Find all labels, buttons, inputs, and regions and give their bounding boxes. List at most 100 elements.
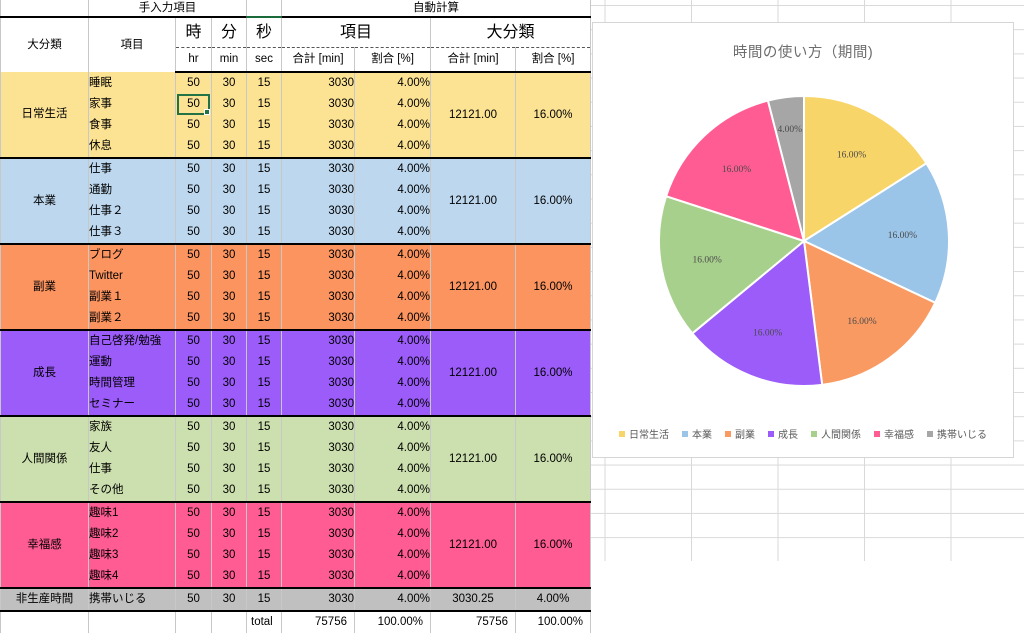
- item-cell[interactable]: 趣味1: [88, 501, 176, 524]
- hour-cell[interactable]: 50: [175, 415, 212, 438]
- item-ratio-cell[interactable]: 4.00%: [354, 157, 431, 180]
- minute-cell[interactable]: 30: [211, 566, 247, 589]
- item-sum-minutes-cell[interactable]: 3030: [281, 394, 355, 417]
- item-ratio-cell[interactable]: 4.00%: [354, 352, 431, 373]
- item-ratio-cell[interactable]: 4.00%: [354, 480, 431, 503]
- legend-item[interactable]: 本業: [682, 426, 712, 441]
- pie-chart-card[interactable]: 時間の使い方（期間) 16.00% 16.00% 16.00% 16.00% 16.00…: [592, 22, 1014, 458]
- second-cell[interactable]: 15: [246, 157, 282, 180]
- item-ratio-cell[interactable]: 4.00%: [354, 72, 431, 94]
- table-row[interactable]: 成長 自己啓発/勉強 50 30 15 3030 4.00% 12121.00 16.00%: [0, 329, 591, 416]
- hour-cell[interactable]: 50: [175, 587, 212, 612]
- legend-item[interactable]: 日常生活: [619, 426, 669, 441]
- hour-cell[interactable]: 50: [175, 157, 212, 180]
- item-sum-minutes-cell[interactable]: 3030: [281, 459, 355, 480]
- second-cell[interactable]: 15: [246, 243, 282, 266]
- category-cell[interactable]: 非生産時間: [0, 587, 89, 612]
- hour-cell[interactable]: 50: [175, 394, 212, 417]
- minute-cell[interactable]: 30: [211, 480, 247, 503]
- second-cell[interactable]: 15: [246, 415, 282, 438]
- legend-item[interactable]: 携帯いじる: [927, 426, 987, 441]
- category-cell[interactable]: 人間関係: [0, 415, 89, 502]
- table-row[interactable]: 日常生活 睡眠 50 30 15 3030 4.00% 12121.00 16.00%: [0, 72, 591, 158]
- category-ratio-cell[interactable]: 16.00%: [515, 243, 591, 330]
- category-cell[interactable]: 幸福感: [0, 501, 89, 588]
- item-ratio-cell[interactable]: 4.00%: [354, 222, 431, 245]
- second-cell[interactable]: 15: [246, 115, 282, 136]
- legend-item[interactable]: 幸福感: [874, 426, 914, 441]
- legend-item[interactable]: 副業: [725, 426, 755, 441]
- item-sum-minutes-cell[interactable]: 3030: [281, 415, 355, 438]
- item-sum-minutes-cell[interactable]: 3030: [281, 180, 355, 201]
- item-ratio-cell[interactable]: 4.00%: [354, 545, 431, 566]
- category-ratio-cell[interactable]: 16.00%: [515, 72, 591, 158]
- category-sum-minutes-cell[interactable]: 3030.25: [430, 587, 516, 612]
- item-cell[interactable]: 運動: [88, 352, 176, 373]
- item-sum-minutes-cell[interactable]: 3030: [281, 501, 355, 524]
- minute-cell[interactable]: 30: [211, 438, 247, 459]
- item-ratio-cell[interactable]: 4.00%: [354, 180, 431, 201]
- hour-cell[interactable]: 50: [175, 136, 212, 159]
- hour-cell[interactable]: 50: [175, 115, 212, 136]
- hour-cell[interactable]: 50: [175, 545, 212, 566]
- category-sum-minutes-cell[interactable]: 12121.00: [430, 501, 516, 588]
- second-cell[interactable]: 15: [246, 180, 282, 201]
- item-cell[interactable]: 携帯いじる: [88, 587, 176, 612]
- item-sum-minutes-cell[interactable]: 3030: [281, 243, 355, 266]
- minute-cell[interactable]: 30: [211, 115, 247, 136]
- second-cell[interactable]: 15: [246, 438, 282, 459]
- hour-cell[interactable]: 50: [175, 308, 212, 331]
- item-cell[interactable]: 家事: [88, 94, 176, 115]
- minute-cell[interactable]: 30: [211, 545, 247, 566]
- hour-cell[interactable]: 50: [175, 243, 212, 266]
- table-row[interactable]: 本業 仕事 50 30 15 3030 4.00% 12121.00 16.00%: [0, 157, 591, 244]
- item-sum-minutes-cell[interactable]: 3030: [281, 222, 355, 245]
- category-cell[interactable]: 成長: [0, 329, 89, 416]
- hour-cell[interactable]: 50: [175, 287, 212, 308]
- legend-item[interactable]: 人間関係: [811, 426, 861, 441]
- item-ratio-cell[interactable]: 4.00%: [354, 201, 431, 222]
- item-cell[interactable]: 時間管理: [88, 373, 176, 394]
- legend-item[interactable]: 成長: [768, 426, 798, 441]
- hour-cell[interactable]: 50: [175, 329, 212, 352]
- item-sum-minutes-cell[interactable]: 3030: [281, 308, 355, 331]
- item-cell[interactable]: 睡眠: [88, 72, 176, 94]
- item-ratio-cell[interactable]: 4.00%: [354, 329, 431, 352]
- table-row[interactable]: 非生産時間 携帯いじる 50 30 15 3030 4.00% 3030.25 4.00%: [0, 587, 591, 612]
- category-ratio-cell[interactable]: 16.00%: [515, 329, 591, 416]
- hour-cell[interactable]: 50: [175, 459, 212, 480]
- minute-cell[interactable]: 30: [211, 94, 247, 115]
- minute-cell[interactable]: 30: [211, 157, 247, 180]
- second-cell[interactable]: 15: [246, 136, 282, 159]
- category-ratio-cell[interactable]: 4.00%: [515, 587, 591, 612]
- item-ratio-cell[interactable]: 4.00%: [354, 438, 431, 459]
- second-cell[interactable]: 15: [246, 266, 282, 287]
- item-ratio-cell[interactable]: 4.00%: [354, 115, 431, 136]
- item-sum-minutes-cell[interactable]: 3030: [281, 480, 355, 503]
- item-cell[interactable]: 趣味2: [88, 524, 176, 545]
- item-ratio-cell[interactable]: 4.00%: [354, 587, 431, 612]
- hour-cell[interactable]: 50: [175, 222, 212, 245]
- item-cell[interactable]: 仕事３: [88, 222, 176, 245]
- item-sum-minutes-cell[interactable]: 3030: [281, 157, 355, 180]
- second-cell[interactable]: 15: [246, 459, 282, 480]
- category-ratio-cell[interactable]: 16.00%: [515, 157, 591, 244]
- second-cell[interactable]: 15: [246, 308, 282, 331]
- item-sum-minutes-cell[interactable]: 3030: [281, 373, 355, 394]
- item-sum-minutes-cell[interactable]: 3030: [281, 94, 355, 115]
- second-cell[interactable]: 15: [246, 566, 282, 589]
- minute-cell[interactable]: 30: [211, 501, 247, 524]
- hour-cell[interactable]: 50: [175, 501, 212, 524]
- item-sum-minutes-cell[interactable]: 3030: [281, 587, 355, 612]
- item-sum-minutes-cell[interactable]: 3030: [281, 524, 355, 545]
- hour-cell[interactable]: 50: [175, 566, 212, 589]
- item-cell[interactable]: 副業２: [88, 308, 176, 331]
- item-sum-minutes-cell[interactable]: 3030: [281, 72, 355, 94]
- table-row[interactable]: 副業 ブログ 50 30 15 3030 4.00% 12121.00 16.00%: [0, 243, 591, 330]
- fill-handle[interactable]: [204, 109, 210, 115]
- hour-cell[interactable]: 50: [175, 438, 212, 459]
- item-cell[interactable]: 仕事: [88, 459, 176, 480]
- item-cell[interactable]: 仕事: [88, 157, 176, 180]
- category-ratio-cell[interactable]: 16.00%: [515, 501, 591, 588]
- item-sum-minutes-cell[interactable]: 3030: [281, 266, 355, 287]
